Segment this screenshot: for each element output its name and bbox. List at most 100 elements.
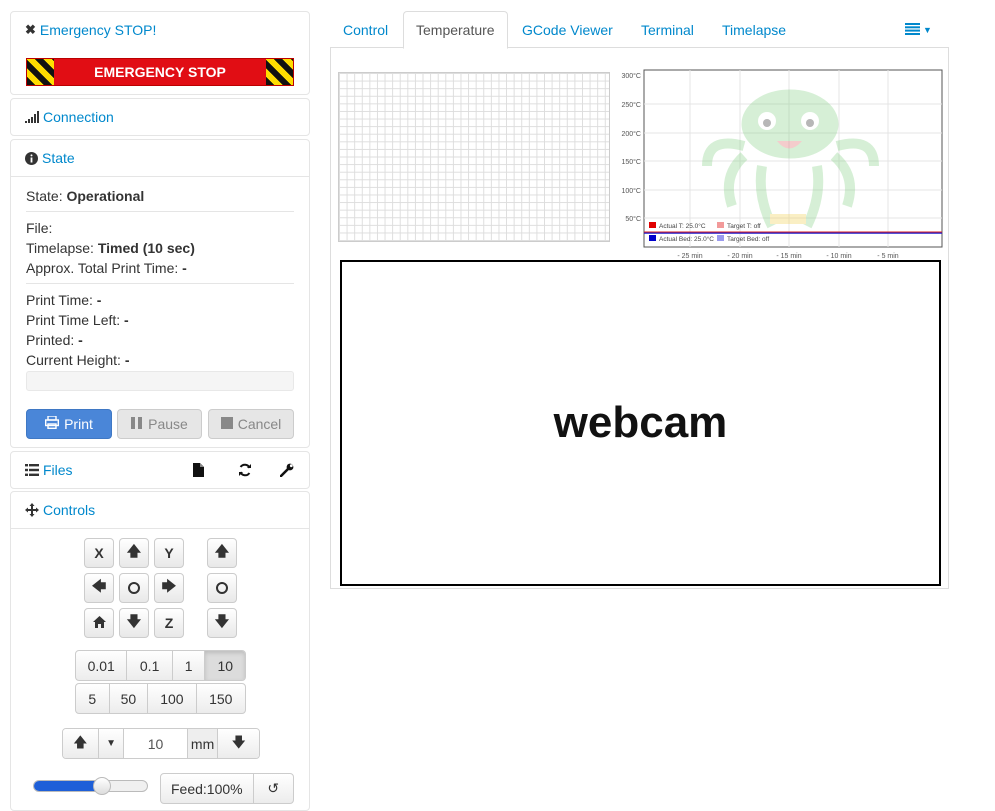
pause-icon bbox=[131, 416, 143, 432]
print-time-label: Print Time: bbox=[26, 292, 93, 308]
z-home-button[interactable]: Z bbox=[154, 608, 184, 638]
connection-header[interactable]: Connection bbox=[11, 99, 309, 135]
state-header[interactable]: State bbox=[11, 140, 309, 176]
emergency-stop-header[interactable]: ✖ Emergency STOP! bbox=[11, 12, 309, 48]
state-timelapse: Timelapse: Timed (10 sec) bbox=[26, 239, 195, 257]
emergency-stop-button[interactable]: EMERGENCY STOP bbox=[26, 58, 294, 86]
stop-icon bbox=[220, 416, 233, 432]
feed-rate-button[interactable]: Feed:100% bbox=[161, 774, 254, 803]
tab-timelapse[interactable]: Timelapse bbox=[710, 11, 798, 48]
state-status-label: State: bbox=[26, 188, 63, 204]
caret-down-icon: ▼ bbox=[923, 24, 932, 35]
x-tick-5: - 5 min bbox=[877, 253, 899, 260]
emergency-stop-label: EMERGENCY STOP bbox=[94, 64, 226, 80]
feed-rate-slider-fill bbox=[34, 781, 102, 791]
files-panel: Files bbox=[10, 451, 310, 489]
distance-selector-row2: 5 50 100 150 bbox=[75, 683, 246, 714]
time-left-value: - bbox=[124, 312, 129, 328]
extrude-amount-input[interactable]: 10 bbox=[124, 729, 188, 758]
distance-100[interactable]: 100 bbox=[148, 684, 197, 713]
print-button[interactable]: Print bbox=[26, 409, 112, 439]
move-icon bbox=[25, 503, 39, 517]
pause-button[interactable]: Pause bbox=[117, 409, 202, 439]
emergency-stop-title: Emergency STOP! bbox=[39, 22, 157, 38]
connection-panel: Connection bbox=[10, 98, 310, 136]
distance-0-01[interactable]: 0.01 bbox=[76, 651, 128, 680]
x-tick-10: - 10 min bbox=[826, 253, 851, 260]
distance-0-1[interactable]: 0.1 bbox=[127, 651, 173, 680]
temperature-grid-area bbox=[338, 72, 610, 242]
file-label: File: bbox=[26, 220, 53, 236]
z-minus-button[interactable]: 🡇 bbox=[207, 608, 237, 638]
cancel-button[interactable]: Cancel bbox=[208, 409, 294, 439]
file-icon[interactable] bbox=[193, 463, 204, 480]
y-tick-50: 50°C bbox=[625, 215, 641, 223]
circle-icon bbox=[128, 582, 140, 594]
state-title: State bbox=[42, 150, 75, 166]
state-status: State: Operational bbox=[26, 187, 144, 205]
distance-1[interactable]: 1 bbox=[173, 651, 206, 680]
wrench-icon[interactable] bbox=[279, 463, 294, 480]
xy-center-button[interactable] bbox=[119, 573, 149, 603]
list-icon bbox=[25, 464, 39, 476]
state-height: Current Height: - bbox=[26, 351, 130, 369]
refresh-icon[interactable] bbox=[238, 463, 252, 480]
state-panel: State State: Operational File: Timelapse… bbox=[10, 139, 310, 448]
retract-button[interactable]: 🡇 bbox=[218, 729, 259, 758]
home-xy-button[interactable] bbox=[84, 608, 114, 638]
y-plus-button[interactable]: 🡅 bbox=[119, 538, 149, 568]
pause-button-label: Pause bbox=[148, 416, 188, 432]
connection-title: Connection bbox=[43, 109, 114, 125]
arrow-up-icon: 🡅 bbox=[214, 543, 230, 559]
feed-reset-button[interactable]: ↺ bbox=[254, 774, 293, 803]
tab-control[interactable]: Control bbox=[331, 11, 400, 48]
arrow-up-icon: 🡅 bbox=[126, 543, 142, 559]
y-tick-150: 150°C bbox=[621, 158, 641, 166]
tab-more-menu[interactable]: ▼ bbox=[893, 11, 944, 48]
feed-rate-slider-handle[interactable] bbox=[92, 777, 111, 795]
tab-terminal[interactable]: Terminal bbox=[629, 11, 706, 48]
arrow-down-icon: 🡇 bbox=[231, 733, 246, 750]
controls-panel: Controls X 🡅 Y 🡄 🡆 🡇 Z 🡅 🡇 0.01 0.1 1 10… bbox=[10, 491, 310, 811]
height-value: - bbox=[124, 352, 130, 368]
distance-5[interactable]: 5 bbox=[76, 684, 110, 713]
state-status-value: Operational bbox=[66, 188, 145, 204]
distance-10[interactable]: 10 bbox=[205, 651, 245, 680]
total-time-value: - bbox=[182, 260, 187, 276]
y-tick-300: 300°C bbox=[621, 72, 641, 80]
tab-temperature[interactable]: Temperature bbox=[403, 11, 508, 49]
temperature-graph: 300°C 250°C 200°C 150°C 100°C 50°C - 25 … bbox=[621, 69, 943, 260]
arrow-down-icon: 🡇 bbox=[214, 613, 230, 629]
x-minus-button[interactable]: 🡄 bbox=[84, 573, 114, 603]
undo-icon: ↺ bbox=[267, 780, 280, 796]
print-progress-bar bbox=[26, 371, 294, 391]
z-plus-button[interactable]: 🡅 bbox=[207, 538, 237, 568]
legend-target-tool: Target T: off bbox=[727, 223, 761, 230]
distance-50[interactable]: 50 bbox=[110, 684, 149, 713]
print-time-value: - bbox=[96, 292, 102, 308]
state-total-time: Approx. Total Print Time: - bbox=[26, 259, 187, 277]
y-minus-button[interactable]: 🡇 bbox=[119, 608, 149, 638]
feed-rate-slider[interactable] bbox=[33, 777, 148, 795]
tab-gcode-viewer[interactable]: GCode Viewer bbox=[510, 11, 625, 48]
distance-150[interactable]: 150 bbox=[197, 684, 245, 713]
y-home-button[interactable]: Y bbox=[154, 538, 184, 568]
distance-selector-row1: 0.01 0.1 1 10 bbox=[75, 650, 246, 681]
z-center-button[interactable] bbox=[207, 573, 237, 603]
extrude-button[interactable]: 🡅 bbox=[63, 729, 99, 758]
state-rule-1 bbox=[26, 211, 294, 212]
files-header[interactable]: Files bbox=[11, 452, 309, 488]
files-title: Files bbox=[43, 462, 73, 478]
circle-icon bbox=[216, 582, 228, 594]
webcam-label: webcam bbox=[553, 398, 728, 447]
controls-title: Controls bbox=[43, 502, 96, 518]
emergency-stop-panel: ✖ Emergency STOP! EMERGENCY STOP bbox=[10, 11, 310, 95]
y-tick-250: 250°C bbox=[621, 101, 641, 109]
x-plus-button[interactable]: 🡆 bbox=[154, 573, 184, 603]
controls-header[interactable]: Controls bbox=[11, 492, 309, 528]
arrow-up-icon: 🡅 bbox=[73, 733, 88, 750]
arrow-down-icon: 🡇 bbox=[126, 613, 142, 629]
x-home-button[interactable]: X bbox=[84, 538, 114, 568]
extrude-dropdown-button[interactable]: ▼ bbox=[98, 729, 125, 758]
state-rule-2 bbox=[26, 283, 294, 284]
